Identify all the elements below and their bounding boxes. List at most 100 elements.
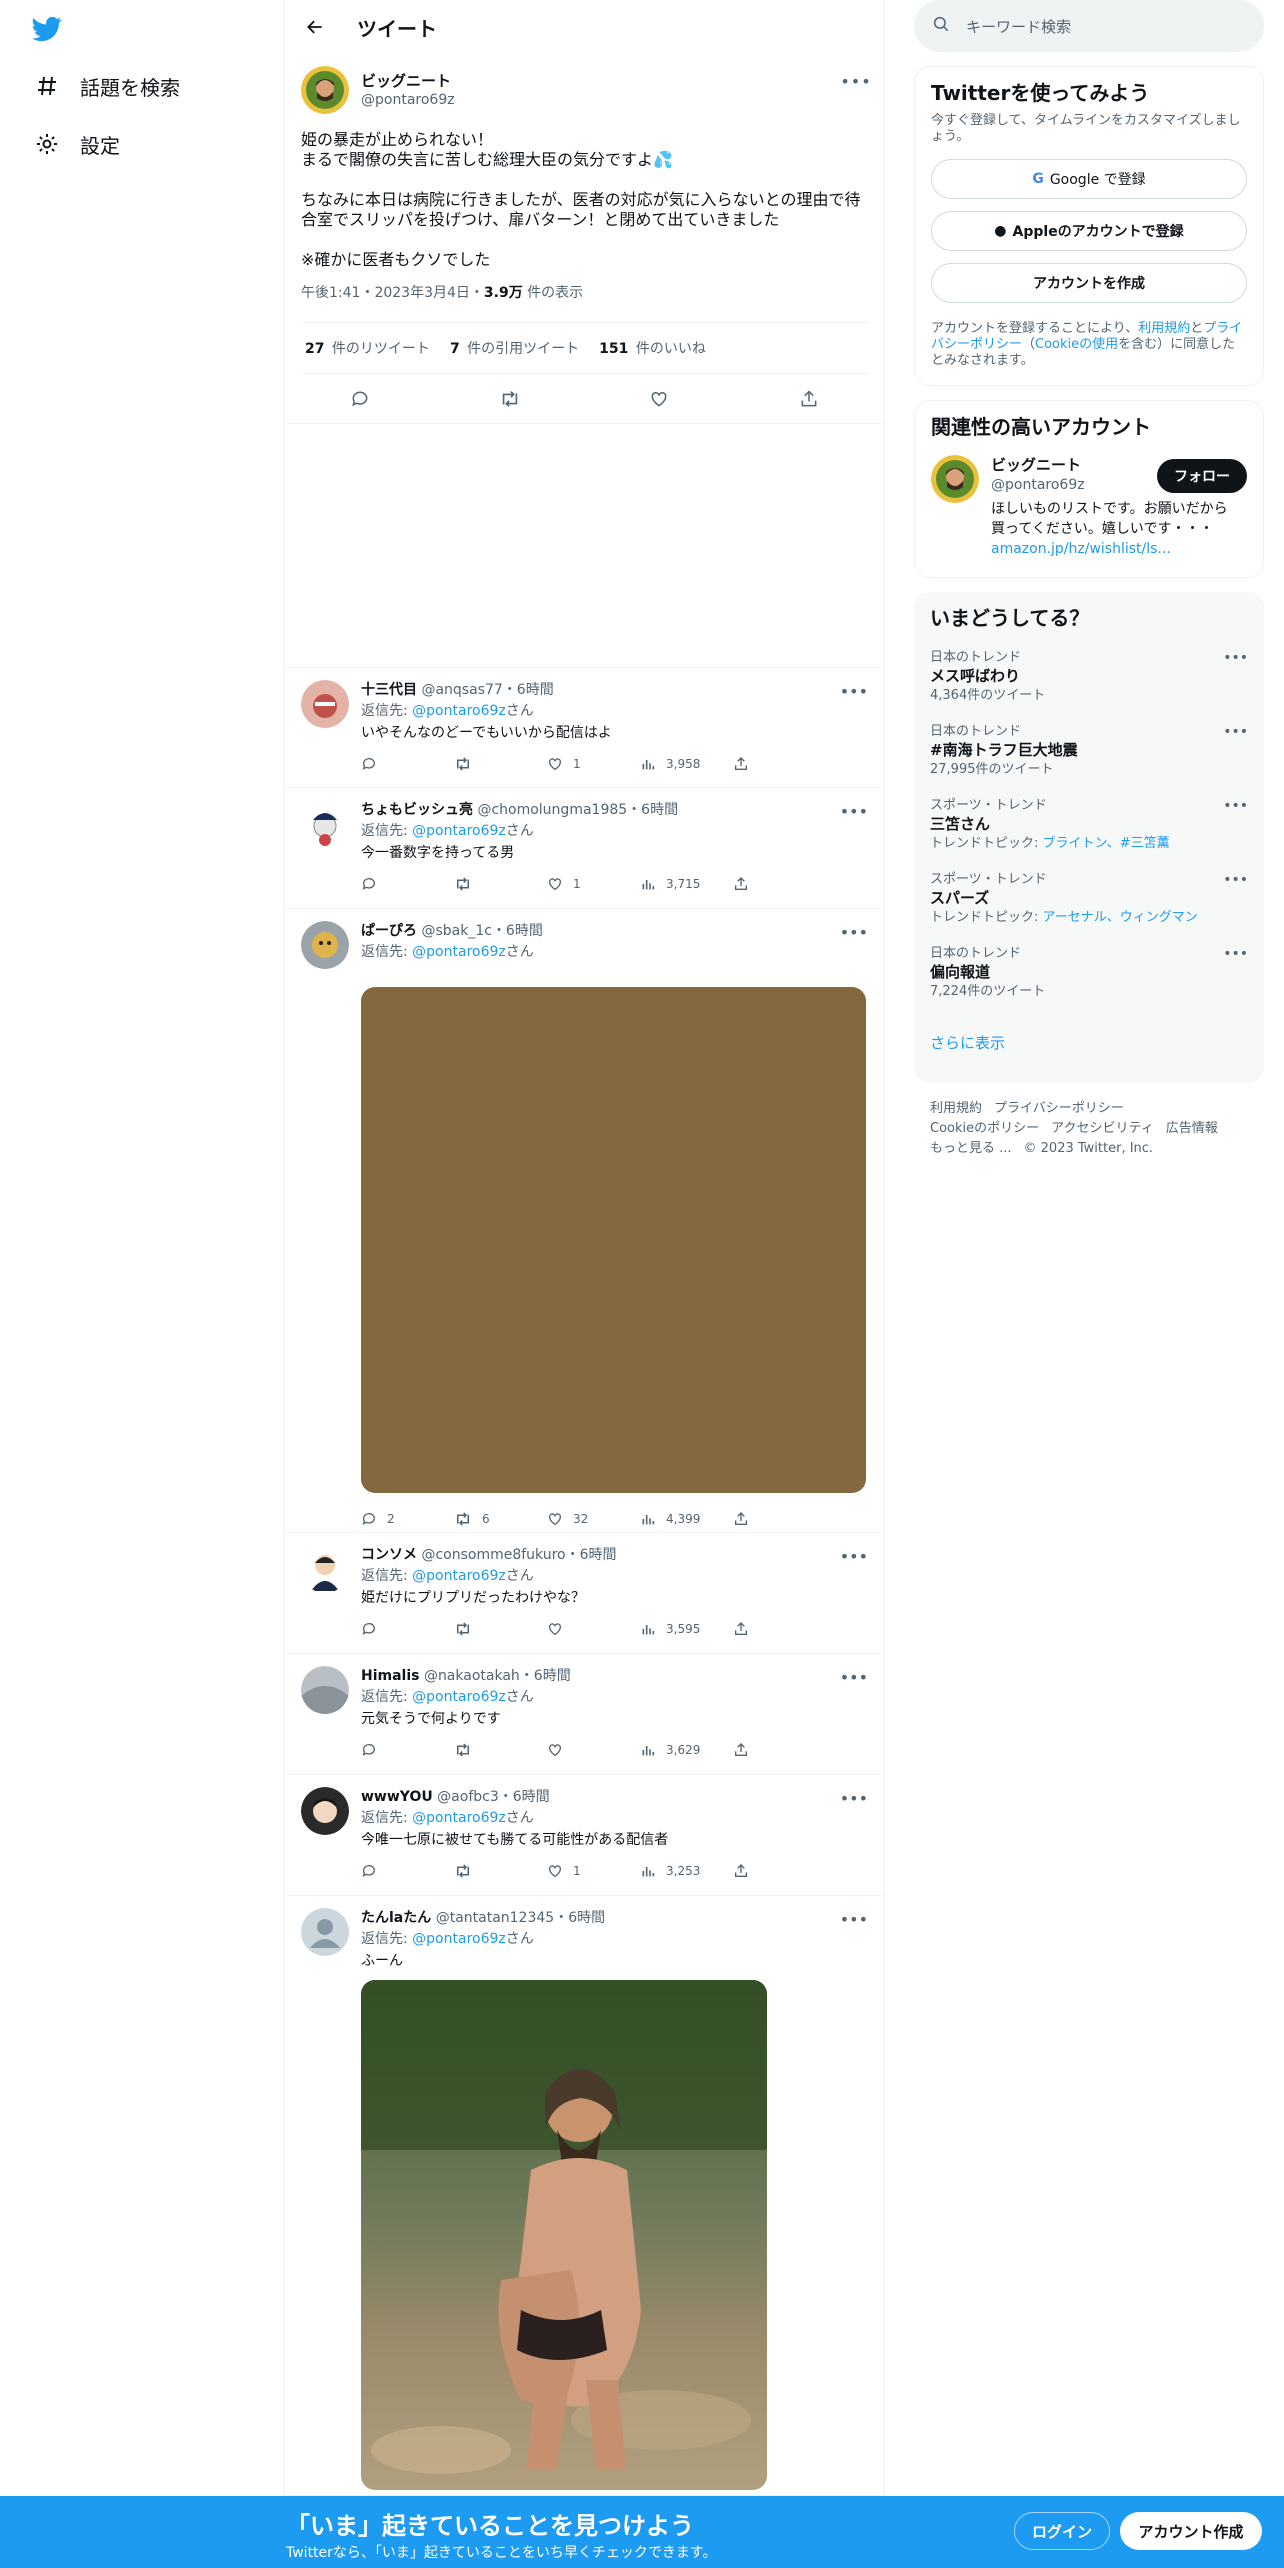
reply-button[interactable] [361,876,454,892]
create-account-button[interactable]: アカウントを作成 [931,263,1247,303]
more-options-icon[interactable]: ••• [1223,798,1248,814]
reply-tweet[interactable]: コンソメ @consomme8fukuro・6時間 返信先: @pontaro6… [285,1533,884,1654]
reply-photo-image[interactable] [361,1980,767,2490]
more-options-icon[interactable]: ••• [840,923,868,942]
reply-time[interactable]: ・6時間 [520,1668,571,1684]
like-button[interactable]: 32 [547,1511,640,1527]
more-options-icon[interactable]: ••• [840,1789,868,1808]
reply-tweet[interactable]: ぱーぴろ @sbak_1c・6時間 返信先: @pontaro69zさん 2 6… [285,909,884,1533]
reply-author-name[interactable]: Himalis [361,1668,419,1684]
views-button[interactable]: 4,399 [640,1511,733,1527]
views-button[interactable]: 3,715 [640,876,733,892]
reply-time[interactable]: ・6時間 [492,923,543,939]
login-button[interactable]: ログイン [1014,2512,1110,2550]
trend-item[interactable]: スポーツ・トレンド スパーズ トレンドトピック: アーセナル、ウィングマン ••… [930,872,1248,928]
avatar[interactable] [301,800,349,848]
avatar[interactable] [301,66,349,114]
reply-author-name[interactable]: wwwYOU [361,1789,433,1805]
reply-button[interactable] [361,1742,454,1758]
quotes-stat[interactable]: 7 件の引用ツイート [450,338,579,358]
reply-tweet[interactable]: ちょもビッシュ亮 @chomolungma1985・6時間 返信先: @pont… [285,788,884,909]
reply-time[interactable]: ・6時間 [627,802,678,818]
follow-button[interactable]: フォロー [1157,459,1247,493]
share-button[interactable] [733,876,826,892]
reply-to-link[interactable]: @pontaro69z [412,823,506,839]
reply-time[interactable]: ・6時間 [554,1910,605,1926]
retweet-button[interactable] [454,1862,547,1880]
more-options-icon[interactable]: ••• [1223,724,1248,740]
retweet-icon[interactable] [498,387,522,411]
reply-author-handle[interactable]: @anqsas77 [421,682,502,698]
reply-author-handle[interactable]: @sbak_1c [421,923,491,939]
tweet-time[interactable]: 午後1:41・2023年3月4日・ [301,285,484,301]
avatar[interactable] [301,921,349,969]
avatar[interactable] [301,1787,349,1835]
more-options-icon[interactable]: ••• [840,802,868,821]
trend-item[interactable]: 日本のトレンド 偏向報道 7,224件のツイート ••• [930,946,1248,1002]
retweet-button[interactable] [454,1620,547,1638]
trend-item[interactable]: 日本のトレンド メス呼ばわり 4,364件のツイート ••• [930,650,1248,706]
reply-author-name[interactable]: 十三代目 [361,682,417,698]
reply-to-link[interactable]: @pontaro69z [412,1568,506,1584]
footer-cookie-link[interactable]: Cookieのポリシー [930,1121,1039,1136]
reply-author-handle[interactable]: @chomolungma1985 [477,802,627,818]
more-options-icon[interactable]: ••• [1223,650,1248,666]
trend-topic-links[interactable]: アーセナル、ウィングマン [1043,910,1198,925]
author-name[interactable]: ビッグニート [361,71,455,91]
footer-ads-link[interactable]: 広告情報 [1166,1121,1218,1136]
like-button[interactable]: 1 [547,876,640,892]
reply-button[interactable]: 2 [361,1511,454,1527]
reply-author-name[interactable]: たんlaたん [361,1910,431,1926]
reply-media-image[interactable] [361,987,866,1493]
footer-privacy-link[interactable]: プライバシーポリシー [994,1101,1124,1116]
reply-to-link[interactable]: @pontaro69z [412,1810,506,1826]
signup-button[interactable]: アカウント作成 [1120,2512,1262,2550]
like-button[interactable] [547,1742,640,1758]
retweet-button[interactable]: 6 [454,1510,547,1528]
more-options-icon[interactable]: ••• [840,682,868,701]
reply-tweet[interactable]: Himalis @nakaotakah・6時間 返信先: @pontaro69z… [285,1654,884,1775]
nav-settings[interactable]: 設定 [34,124,120,164]
reply-author-name[interactable]: ちょもビッシュ亮 [361,802,473,818]
footer-more-link[interactable]: もっと見る ... [930,1141,1012,1156]
more-options-icon[interactable]: ••• [1223,872,1248,888]
retweet-button[interactable] [454,875,547,893]
retweet-button[interactable] [454,755,547,773]
views-button[interactable]: 3,253 [640,1863,733,1879]
trend-item[interactable]: 日本のトレンド #南海トラフ巨大地震 27,995件のツイート ••• [930,724,1248,780]
views-button[interactable]: 3,958 [640,756,733,772]
reply-time[interactable]: ・6時間 [499,1789,550,1805]
show-more-link[interactable]: さらに表示 [930,1032,1248,1071]
footer-terms-link[interactable]: 利用規約 [930,1101,982,1116]
like-button[interactable]: 1 [547,1863,640,1879]
retweet-button[interactable] [454,1741,547,1759]
avatar[interactable] [301,1908,349,1956]
avatar[interactable] [931,455,979,503]
reply-button[interactable] [361,1621,454,1637]
more-options-icon[interactable]: ••• [840,1547,868,1566]
share-button[interactable] [733,1621,826,1637]
reply-tweet[interactable]: たんlaたん @tantatan12345・6時間 返信先: @pontaro6… [285,1896,884,2496]
like-icon[interactable] [647,387,671,411]
reply-author-handle[interactable]: @consomme8fukuro [421,1547,565,1563]
like-button[interactable]: 1 [547,756,640,772]
google-signup-button[interactable]: G Google で登録 [931,159,1247,199]
trend-item[interactable]: スポーツ・トレンド 三笘さん トレンドトピック: ブライトン、#三笘薫 ••• [930,798,1248,854]
share-icon[interactable] [797,387,821,411]
reply-tweet[interactable]: wwwYOU @aofbc3・6時間 返信先: @pontaro69zさん 今唯… [285,1775,884,1896]
like-button[interactable] [547,1621,640,1637]
cookie-link[interactable]: Cookieの使用 [1035,337,1118,352]
related-account[interactable]: ビッグニート @pontaro69z ほしいものリストです。お願いだから買ってく… [931,455,1247,559]
more-options-icon[interactable]: ••• [840,1668,868,1687]
more-options-icon[interactable]: ••• [840,1910,868,1929]
reply-author-handle[interactable]: @nakaotakah [424,1668,520,1684]
avatar[interactable] [301,1545,349,1593]
twitter-logo-icon[interactable] [30,14,64,44]
reply-to-link[interactable]: @pontaro69z [412,1931,506,1947]
related-bio-link[interactable]: amazon.jp/hz/wishlist/ls... [991,539,1229,559]
reply-time[interactable]: ・6時間 [503,682,554,698]
views-button[interactable]: 3,629 [640,1742,733,1758]
reply-to-link[interactable]: @pontaro69z [412,703,506,719]
author-handle[interactable]: @pontaro69z [361,91,455,109]
share-button[interactable] [733,1511,826,1527]
